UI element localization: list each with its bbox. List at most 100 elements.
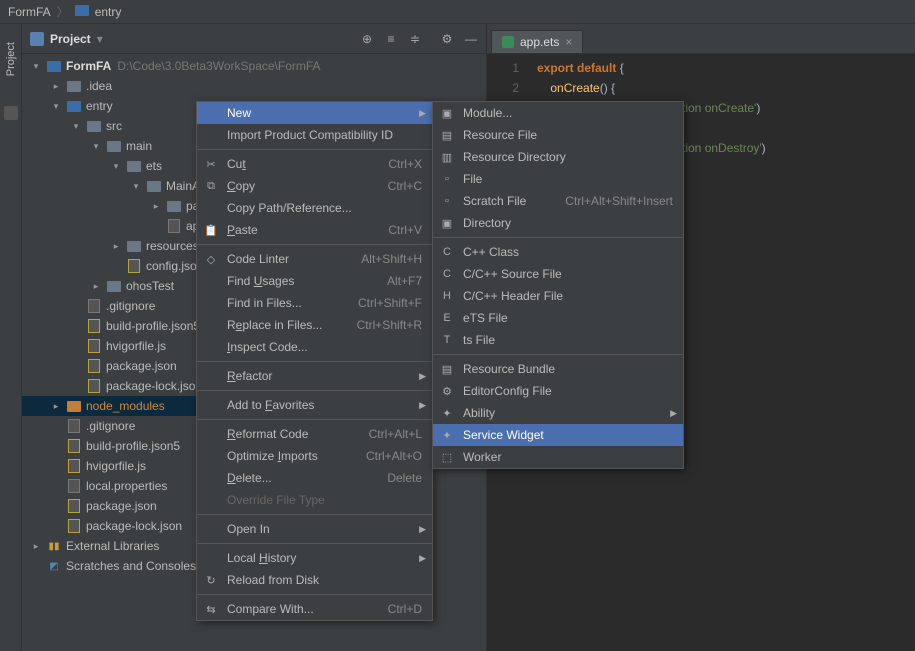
menu-shortcut: Ctrl+Shift+R bbox=[357, 318, 422, 332]
menu-shortcut: Ctrl+Alt+Shift+Insert bbox=[565, 194, 673, 208]
menu-item-label: Refactor bbox=[227, 369, 422, 383]
menu-item-label: Compare With... bbox=[227, 602, 356, 616]
breadcrumb-module[interactable]: entry bbox=[95, 5, 122, 19]
menu-item[interactable]: Find Usages Alt+F7 bbox=[197, 270, 432, 292]
menu-item-label: Resource Directory bbox=[463, 150, 673, 164]
chevron-right-icon: 〉 bbox=[57, 3, 69, 20]
menu-item-label: EditorConfig File bbox=[463, 384, 673, 398]
menu-item-label: Reformat Code bbox=[227, 427, 337, 441]
menu-item-label: Cut bbox=[227, 157, 356, 171]
menu-item[interactable]: Open In▶ bbox=[197, 518, 432, 540]
menu-item[interactable]: Find in Files... Ctrl+Shift+F bbox=[197, 292, 432, 314]
collapse-icon[interactable]: ≑ bbox=[408, 32, 422, 46]
menu-item[interactable]: Tts File bbox=[433, 329, 683, 351]
context-menu[interactable]: New▶Import Product Compatibility ID✂CutC… bbox=[196, 101, 433, 621]
menu-item[interactable]: New▶ bbox=[197, 102, 432, 124]
menu-item[interactable]: ⚙EditorConfig File bbox=[433, 380, 683, 402]
gear-icon[interactable]: ⚙ bbox=[440, 32, 454, 46]
menu-item-label: eTS File bbox=[463, 311, 673, 325]
menu-item[interactable]: ▣Directory bbox=[433, 212, 683, 234]
menu-item: Override File Type bbox=[197, 489, 432, 511]
menu-item[interactable]: Refactor▶ bbox=[197, 365, 432, 387]
submenu-arrow-icon: ▶ bbox=[419, 524, 426, 535]
menu-shortcut: Alt+F7 bbox=[387, 274, 422, 288]
menu-separator bbox=[197, 149, 432, 150]
menu-item[interactable]: ✦Ability▶ bbox=[433, 402, 683, 424]
tree-root[interactable]: ▾FormFAD:\Code\3.0Beta3WorkSpace\FormFA bbox=[22, 56, 486, 76]
menu-item[interactable]: ⬚Worker bbox=[433, 446, 683, 468]
menu-item[interactable]: ◇Code LinterAlt+Shift+H bbox=[197, 248, 432, 270]
menu-item[interactable]: ▤Resource File bbox=[433, 124, 683, 146]
menu-item-label: Open In bbox=[227, 522, 422, 536]
submenu-arrow-icon: ▶ bbox=[419, 371, 426, 382]
menu-item-label: Paste bbox=[227, 223, 356, 237]
menu-shortcut: Ctrl+Alt+L bbox=[369, 427, 422, 441]
menu-shortcut: Ctrl+X bbox=[388, 157, 422, 171]
menu-shortcut: Ctrl+Shift+F bbox=[358, 296, 422, 310]
menu-item[interactable]: ✂CutCtrl+X bbox=[197, 153, 432, 175]
close-icon[interactable]: × bbox=[565, 35, 572, 49]
menu-item[interactable]: ▫Scratch FileCtrl+Alt+Shift+Insert bbox=[433, 190, 683, 212]
menu-item[interactable]: Inspect Code... bbox=[197, 336, 432, 358]
menu-item-label: Inspect Code... bbox=[227, 340, 422, 354]
menu-item[interactable]: Reformat Code Ctrl+Alt+L bbox=[197, 423, 432, 445]
menu-shortcut: Alt+Shift+H bbox=[361, 252, 422, 266]
menu-item-label: Find Usages bbox=[227, 274, 355, 288]
menu-item[interactable]: ▫File bbox=[433, 168, 683, 190]
menu-item-label: Replace in Files... bbox=[227, 318, 325, 332]
structure-tool-icon[interactable] bbox=[4, 106, 18, 120]
tab-label: app.ets bbox=[520, 35, 559, 49]
menu-separator bbox=[197, 244, 432, 245]
menu-item-icon: ▤ bbox=[439, 363, 455, 376]
menu-item[interactable]: Copy Path/Reference... bbox=[197, 197, 432, 219]
menu-item[interactable]: EeTS File bbox=[433, 307, 683, 329]
menu-item[interactable]: ▤Resource Bundle bbox=[433, 358, 683, 380]
panel-title[interactable]: Project bbox=[50, 32, 91, 46]
menu-item[interactable]: 📋PasteCtrl+V bbox=[197, 219, 432, 241]
menu-item[interactable]: Delete... Delete bbox=[197, 467, 432, 489]
folder-icon bbox=[75, 5, 89, 19]
breadcrumb-project[interactable]: FormFA bbox=[8, 5, 51, 19]
menu-item[interactable]: Local History▶ bbox=[197, 547, 432, 569]
menu-shortcut: Delete bbox=[387, 471, 422, 485]
menu-separator bbox=[197, 419, 432, 420]
menu-separator bbox=[197, 514, 432, 515]
menu-item[interactable]: ↻Reload from Disk bbox=[197, 569, 432, 591]
menu-item-label: Local History bbox=[227, 551, 422, 565]
project-tool-button[interactable]: Project bbox=[5, 42, 17, 76]
hide-icon[interactable]: — bbox=[464, 32, 478, 46]
menu-item-label: Scratch File bbox=[463, 194, 533, 208]
menu-item[interactable]: HC/C++ Header File bbox=[433, 285, 683, 307]
menu-item-label: File bbox=[463, 172, 673, 186]
menu-item-label: Module... bbox=[463, 106, 673, 120]
submenu-arrow-icon: ▶ bbox=[670, 408, 677, 419]
panel-header: Project ▾ ⊕ ≡ ≑ ⚙ — bbox=[22, 24, 486, 54]
menu-item[interactable]: ▥Resource Directory bbox=[433, 146, 683, 168]
tree-item[interactable]: ▸.idea bbox=[22, 76, 486, 96]
menu-separator bbox=[197, 361, 432, 362]
menu-item[interactable]: ▣Module... bbox=[433, 102, 683, 124]
menu-item[interactable]: CC/C++ Source File bbox=[433, 263, 683, 285]
menu-item-label: Import Product Compatibility ID bbox=[227, 128, 422, 142]
menu-item[interactable]: Replace in Files... Ctrl+Shift+R bbox=[197, 314, 432, 336]
menu-item[interactable]: Optimize ImportsCtrl+Alt+O bbox=[197, 445, 432, 467]
new-submenu[interactable]: ▣Module...▤Resource File▥Resource Direct… bbox=[432, 101, 684, 469]
menu-item-label: Reload from Disk bbox=[227, 573, 422, 587]
menu-item-label: Find in Files... bbox=[227, 296, 326, 310]
menu-shortcut: Ctrl+V bbox=[388, 223, 422, 237]
menu-item[interactable]: Import Product Compatibility ID bbox=[197, 124, 432, 146]
dropdown-icon[interactable]: ▾ bbox=[97, 32, 103, 46]
menu-item-label: Delete... bbox=[227, 471, 355, 485]
menu-item[interactable]: Add to Favorites▶ bbox=[197, 394, 432, 416]
menu-item[interactable]: ⧉CopyCtrl+C bbox=[197, 175, 432, 197]
menu-item[interactable]: ⇆Compare With...Ctrl+D bbox=[197, 598, 432, 620]
menu-item[interactable]: CC++ Class bbox=[433, 241, 683, 263]
editor-tab[interactable]: app.ets × bbox=[491, 30, 583, 53]
menu-item-label: Worker bbox=[463, 450, 673, 464]
menu-item-label: C/C++ Header File bbox=[463, 289, 673, 303]
menu-item-icon: T bbox=[439, 334, 455, 346]
expand-icon[interactable]: ≡ bbox=[384, 32, 398, 46]
menu-item[interactable]: ✦Service Widget bbox=[433, 424, 683, 446]
submenu-arrow-icon: ▶ bbox=[419, 553, 426, 564]
locate-icon[interactable]: ⊕ bbox=[360, 32, 374, 46]
